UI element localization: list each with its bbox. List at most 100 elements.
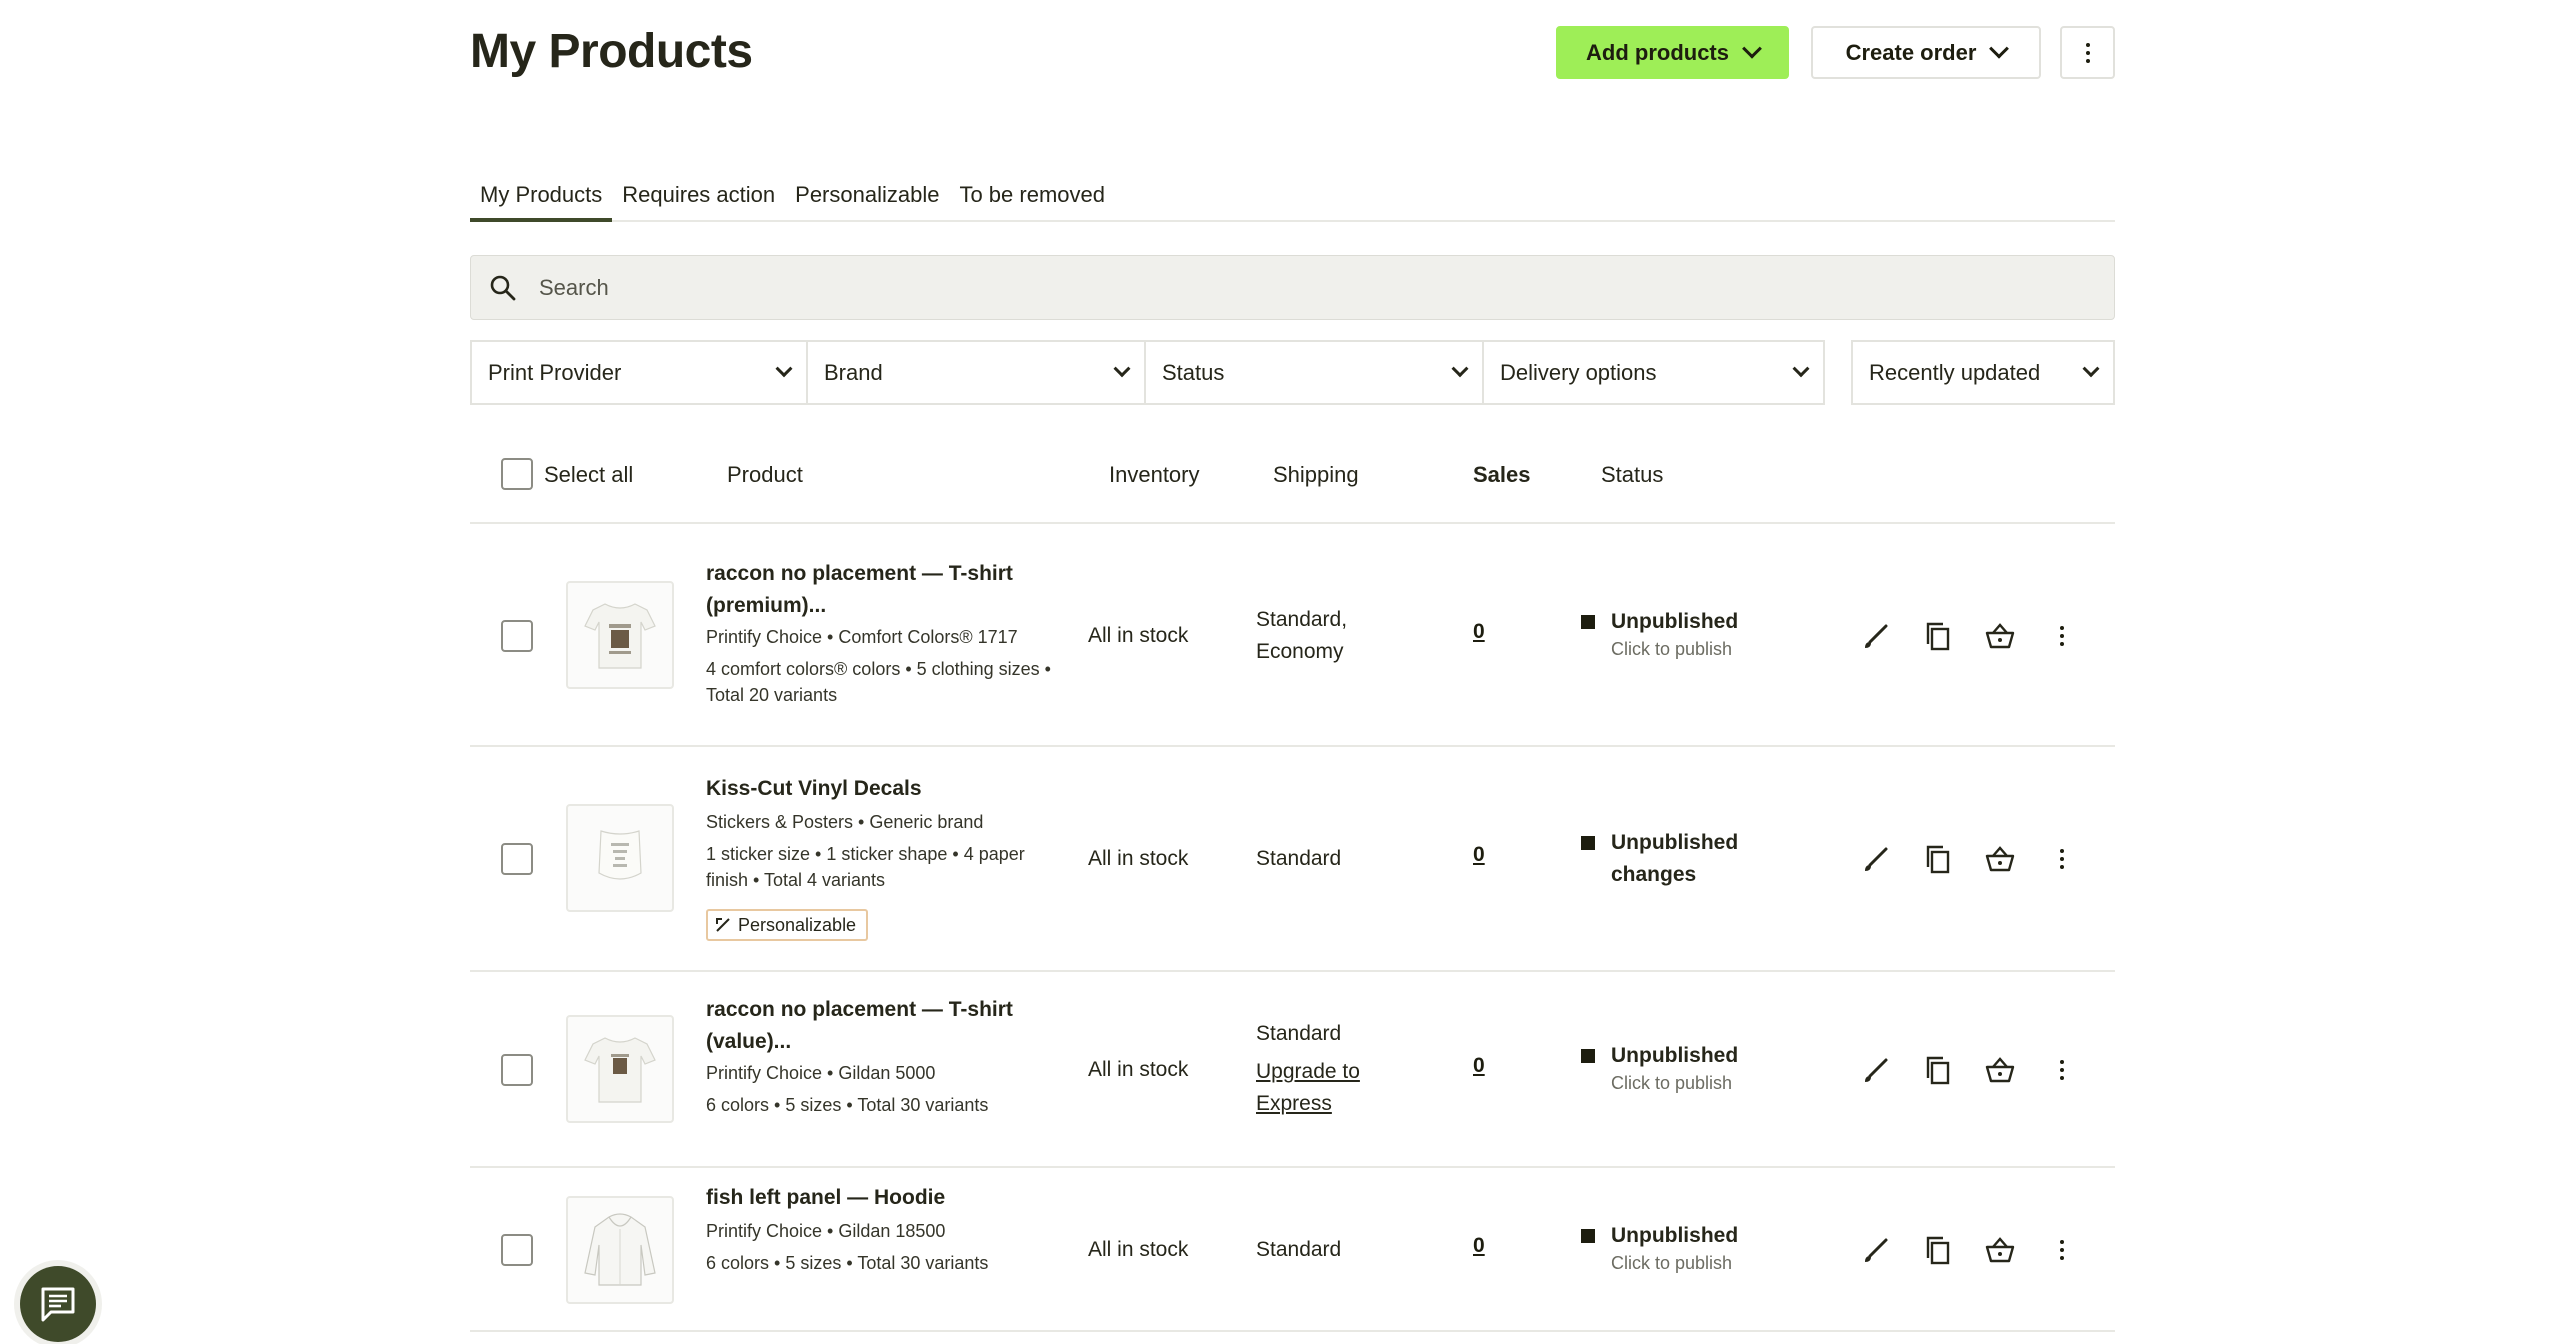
tab-to-be-removed[interactable]: To be removed (949, 176, 1115, 222)
click-to-publish-link[interactable]: Click to publish (1611, 1073, 1732, 1094)
column-sales[interactable]: Sales (1473, 462, 1531, 488)
product-provider: Stickers & Posters • Generic brand (706, 812, 984, 832)
chevron-down-icon (1742, 38, 1762, 59)
row-more-button[interactable] (2046, 1234, 2078, 1266)
table-row: raccon no placement — T-shirt (premium).… (470, 524, 2115, 747)
chevron-down-icon (1451, 359, 1469, 377)
inventory-value: All in stock (1088, 624, 1189, 647)
edit-button[interactable] (1860, 843, 1892, 875)
shipping-value: Standard, Economy (1256, 608, 1348, 663)
status-filter-label: Status (1162, 359, 1225, 385)
print-provider-label: Print Provider (488, 359, 622, 385)
sales-count-link[interactable]: 0 (1473, 620, 1485, 644)
order-button[interactable] (1984, 620, 2016, 652)
delivery-options-label: Delivery options (1500, 359, 1657, 385)
column-inventory: Inventory (1109, 462, 1200, 487)
inventory-value: All in stock (1088, 847, 1189, 870)
personalize-icon (716, 918, 730, 932)
brand-filter[interactable]: Brand (806, 340, 1146, 405)
create-order-button[interactable]: Create order (1811, 26, 2041, 79)
basket-icon (1985, 623, 2015, 649)
product-thumbnail[interactable] (566, 581, 674, 689)
upgrade-to-express-link[interactable]: Upgrade to Express (1256, 1056, 1386, 1120)
tshirt-image (584, 603, 656, 669)
more-options-button[interactable] (2060, 26, 2115, 79)
product-provider: Printify Choice • Comfort Colors® 1717 (706, 627, 1018, 647)
row-checkbox[interactable] (501, 620, 533, 652)
row-checkbox[interactable] (501, 1234, 533, 1266)
tab-personalizable[interactable]: Personalizable (785, 176, 949, 222)
order-button[interactable] (1984, 843, 2016, 875)
click-to-publish-link[interactable]: Click to publish (1611, 1253, 1732, 1274)
edit-button[interactable] (1860, 620, 1892, 652)
edit-button[interactable] (1860, 1234, 1892, 1266)
kebab-icon (2060, 1240, 2064, 1260)
product-thumbnail[interactable] (566, 804, 674, 912)
chat-icon (41, 1287, 75, 1322)
product-thumbnail[interactable] (566, 1196, 674, 1304)
kebab-icon (2060, 1060, 2064, 1080)
copy-icon (1926, 845, 1950, 874)
sticker-image (598, 830, 642, 880)
product-name-link[interactable]: raccon no placement — T-shirt (value)... (706, 994, 1056, 1058)
sales-count-link[interactable]: 0 (1473, 1054, 1485, 1078)
kebab-icon (2060, 849, 2064, 869)
tab-my-products[interactable]: My Products (470, 176, 613, 222)
chat-button[interactable] (20, 1266, 96, 1342)
product-provider: Printify Choice • Gildan 5000 (706, 1063, 936, 1083)
select-all-checkbox[interactable] (501, 458, 533, 490)
hoodie-image (584, 1213, 656, 1286)
shipping-value: Standard (1256, 847, 1342, 870)
order-button[interactable] (1984, 1054, 2016, 1086)
badge-label: Personalizable (738, 914, 857, 935)
row-more-button[interactable] (2046, 620, 2078, 652)
product-variants: 6 colors • 5 sizes • Total 30 variants (706, 1253, 989, 1273)
table-header: Select all Product Inventory Shipping Sa… (470, 440, 2115, 524)
duplicate-button[interactable] (1922, 1234, 1954, 1266)
product-name-link[interactable]: Kiss-Cut Vinyl Decals (706, 773, 1056, 805)
table-row: fish left panel — Hoodie Printify Choice… (470, 1168, 2115, 1332)
chevron-down-icon (1113, 359, 1131, 377)
row-actions (1860, 843, 2078, 875)
chevron-down-icon (775, 359, 793, 377)
column-product: Product (727, 462, 803, 487)
brush-icon (1865, 1238, 1888, 1262)
search-input[interactable] (539, 274, 2039, 301)
sort-dropdown[interactable]: Recently updated (1851, 340, 2115, 405)
tab-requires-action[interactable]: Requires action (612, 176, 785, 222)
duplicate-button[interactable] (1922, 1054, 1954, 1086)
add-products-button[interactable]: Add products (1556, 26, 1789, 79)
column-status: Status (1601, 462, 1664, 487)
sales-count-link[interactable]: 0 (1473, 1234, 1485, 1258)
chevron-down-icon (1792, 359, 1810, 377)
status-indicator (1581, 615, 1595, 629)
inventory-value: All in stock (1088, 1058, 1189, 1081)
basket-icon (1985, 1237, 2015, 1263)
page-title: My Products (470, 25, 753, 78)
order-button[interactable] (1984, 1234, 2016, 1266)
duplicate-button[interactable] (1922, 843, 1954, 875)
product-variants: 6 colors • 5 sizes • Total 30 variants (706, 1095, 989, 1115)
add-products-label: Add products (1586, 39, 1729, 65)
row-actions (1860, 1054, 2078, 1086)
duplicate-button[interactable] (1922, 620, 1954, 652)
print-provider-filter[interactable]: Print Provider (470, 340, 808, 405)
sales-count-link[interactable]: 0 (1473, 843, 1485, 867)
product-provider: Printify Choice • Gildan 18500 (706, 1221, 946, 1241)
copy-icon (1926, 622, 1950, 651)
edit-button[interactable] (1860, 1054, 1892, 1086)
row-checkbox[interactable] (501, 1054, 533, 1086)
row-more-button[interactable] (2046, 843, 2078, 875)
delivery-options-filter[interactable]: Delivery options (1482, 340, 1825, 405)
product-thumbnail[interactable] (566, 1015, 674, 1123)
click-to-publish-link[interactable]: Click to publish (1611, 639, 1732, 660)
row-more-button[interactable] (2046, 1054, 2078, 1086)
row-checkbox[interactable] (501, 843, 533, 875)
product-name-link[interactable]: fish left panel — Hoodie (706, 1182, 1056, 1214)
tab-bar: My Products Requires action Personalizab… (470, 176, 2115, 222)
status-filter[interactable]: Status (1144, 340, 1484, 405)
shipping-value: Standard (1256, 1238, 1342, 1261)
filter-bar: Print Provider Brand Status Delivery opt… (470, 340, 2115, 405)
status-label: Unpublished (1611, 1044, 1739, 1067)
product-name-link[interactable]: raccon no placement — T-shirt (premium).… (706, 558, 1056, 622)
